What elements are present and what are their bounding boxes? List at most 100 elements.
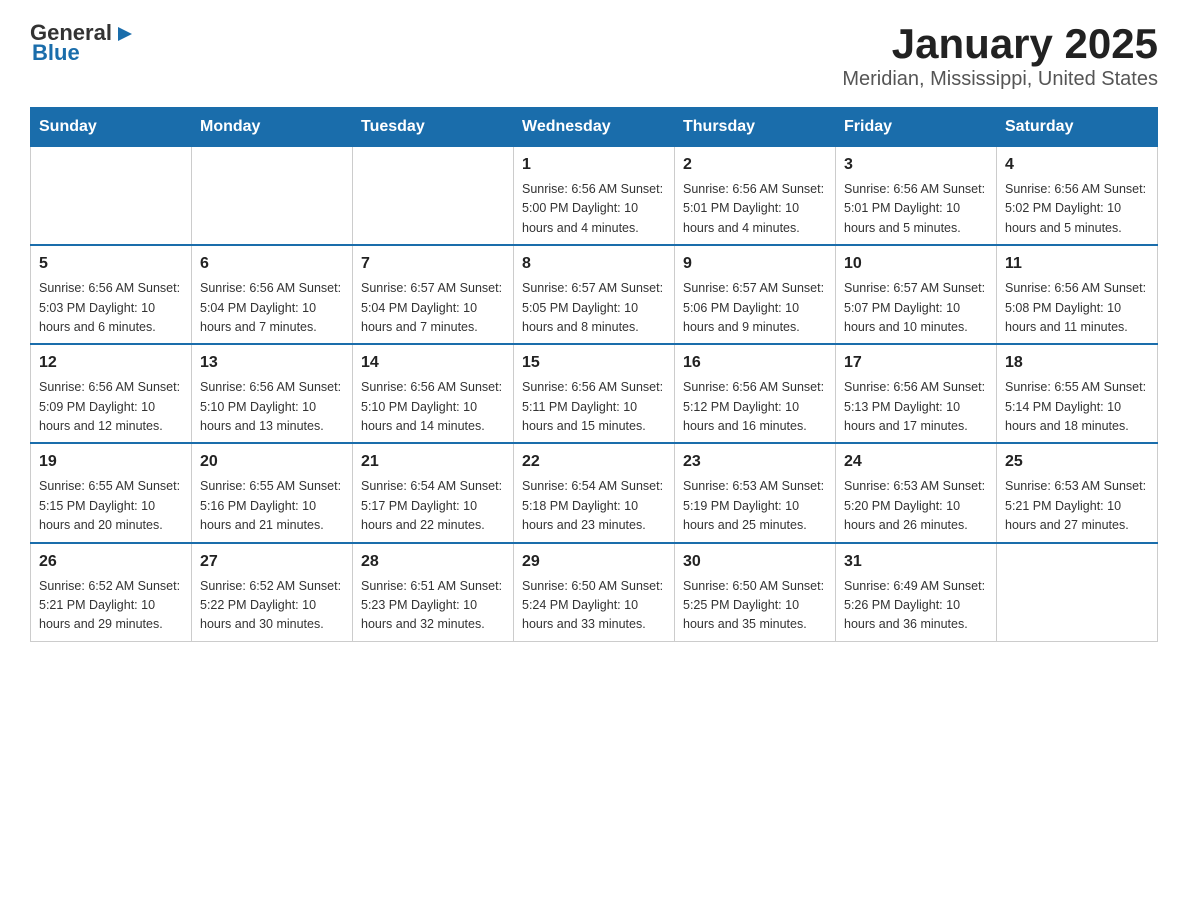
day-info: Sunrise: 6:53 AM Sunset: 5:20 PM Dayligh… — [844, 477, 988, 535]
logo: General Blue — [30, 20, 136, 66]
header-monday: Monday — [192, 108, 353, 147]
day-info: Sunrise: 6:56 AM Sunset: 5:03 PM Dayligh… — [39, 279, 183, 337]
day-info: Sunrise: 6:52 AM Sunset: 5:22 PM Dayligh… — [200, 577, 344, 635]
day-number: 3 — [844, 153, 988, 177]
calendar-cell — [353, 147, 514, 246]
header-thursday: Thursday — [675, 108, 836, 147]
week-row-3: 12 Sunrise: 6:56 AM Sunset: 5:09 PM Dayli… — [31, 344, 1158, 443]
calendar-cell: 4Sunrise: 6:56 AM Sunset: 5:02 PM Daylig… — [997, 147, 1158, 246]
header-friday: Friday — [836, 108, 997, 147]
calendar-cell: 14 Sunrise: 6:56 AM Sunset: 5:10 PM Dayli… — [353, 344, 514, 443]
day-number: 29 — [522, 550, 666, 574]
calendar-cell: 9Sunrise: 6:57 AM Sunset: 5:06 PM Daylig… — [675, 245, 836, 344]
calendar-cell: 16 Sunrise: 6:56 AM Sunset: 5:12 PM Dayli… — [675, 344, 836, 443]
day-info: Sunrise: 6:56 AM Sunset: 5:10 PM Dayligh… — [200, 378, 344, 436]
calendar-cell: 25 Sunrise: 6:53 AM Sunset: 5:21 PM Dayli… — [997, 443, 1158, 542]
day-number: 24 — [844, 450, 988, 474]
logo-blue-text: Blue — [32, 40, 80, 66]
day-number: 25 — [1005, 450, 1149, 474]
calendar-header: SundayMondayTuesdayWednesdayThursdayFrid… — [31, 108, 1158, 147]
day-info: Sunrise: 6:57 AM Sunset: 5:04 PM Dayligh… — [361, 279, 505, 337]
day-info: Sunrise: 6:57 AM Sunset: 5:07 PM Dayligh… — [844, 279, 988, 337]
day-number: 22 — [522, 450, 666, 474]
page-title: January 2025 — [842, 20, 1158, 68]
calendar-cell: 21 Sunrise: 6:54 AM Sunset: 5:17 PM Dayli… — [353, 443, 514, 542]
day-info: Sunrise: 6:50 AM Sunset: 5:24 PM Dayligh… — [522, 577, 666, 635]
calendar-cell: 3 Sunrise: 6:56 AM Sunset: 5:01 PM Daylig… — [836, 147, 997, 246]
day-number: 19 — [39, 450, 183, 474]
calendar-cell: 23Sunrise: 6:53 AM Sunset: 5:19 PM Dayli… — [675, 443, 836, 542]
day-number: 28 — [361, 550, 505, 574]
day-number: 14 — [361, 351, 505, 375]
day-info: Sunrise: 6:56 AM Sunset: 5:11 PM Dayligh… — [522, 378, 666, 436]
calendar-cell: 8 Sunrise: 6:57 AM Sunset: 5:05 PM Daylig… — [514, 245, 675, 344]
day-info: Sunrise: 6:56 AM Sunset: 5:12 PM Dayligh… — [683, 378, 827, 436]
calendar-cell: 5 Sunrise: 6:56 AM Sunset: 5:03 PM Daylig… — [31, 245, 192, 344]
day-info: Sunrise: 6:57 AM Sunset: 5:06 PM Dayligh… — [683, 279, 827, 337]
header-sunday: Sunday — [31, 108, 192, 147]
day-info: Sunrise: 6:56 AM Sunset: 5:09 PM Dayligh… — [39, 378, 183, 436]
calendar-cell: 10 Sunrise: 6:57 AM Sunset: 5:07 PM Dayli… — [836, 245, 997, 344]
day-info: Sunrise: 6:54 AM Sunset: 5:18 PM Dayligh… — [522, 477, 666, 535]
day-info: Sunrise: 6:56 AM Sunset: 5:01 PM Dayligh… — [844, 180, 988, 238]
calendar-cell: 29 Sunrise: 6:50 AM Sunset: 5:24 PM Dayli… — [514, 543, 675, 642]
day-number: 12 — [39, 351, 183, 375]
calendar-cell: 11 Sunrise: 6:56 AM Sunset: 5:08 PM Dayli… — [997, 245, 1158, 344]
day-number: 10 — [844, 252, 988, 276]
calendar-cell: 13 Sunrise: 6:56 AM Sunset: 5:10 PM Dayli… — [192, 344, 353, 443]
calendar-cell: 15 Sunrise: 6:56 AM Sunset: 5:11 PM Dayli… — [514, 344, 675, 443]
day-number: 2 — [683, 153, 827, 177]
calendar-cell: 19 Sunrise: 6:55 AM Sunset: 5:15 PM Dayli… — [31, 443, 192, 542]
calendar-cell: 6Sunrise: 6:56 AM Sunset: 5:04 PM Daylig… — [192, 245, 353, 344]
calendar-cell: 2 Sunrise: 6:56 AM Sunset: 5:01 PM Daylig… — [675, 147, 836, 246]
calendar-cell — [31, 147, 192, 246]
calendar-table: SundayMondayTuesdayWednesdayThursdayFrid… — [30, 107, 1158, 642]
day-info: Sunrise: 6:53 AM Sunset: 5:19 PM Dayligh… — [683, 477, 827, 535]
calendar-cell: 24 Sunrise: 6:53 AM Sunset: 5:20 PM Dayli… — [836, 443, 997, 542]
calendar-cell: 26Sunrise: 6:52 AM Sunset: 5:21 PM Dayli… — [31, 543, 192, 642]
day-info: Sunrise: 6:56 AM Sunset: 5:10 PM Dayligh… — [361, 378, 505, 436]
day-info: Sunrise: 6:52 AM Sunset: 5:21 PM Dayligh… — [39, 577, 183, 635]
day-info: Sunrise: 6:56 AM Sunset: 5:04 PM Dayligh… — [200, 279, 344, 337]
day-info: Sunrise: 6:56 AM Sunset: 5:13 PM Dayligh… — [844, 378, 988, 436]
day-info: Sunrise: 6:53 AM Sunset: 5:21 PM Dayligh… — [1005, 477, 1149, 535]
week-row-1: 1Sunrise: 6:56 AM Sunset: 5:00 PM Daylig… — [31, 147, 1158, 246]
day-info: Sunrise: 6:49 AM Sunset: 5:26 PM Dayligh… — [844, 577, 988, 635]
day-number: 13 — [200, 351, 344, 375]
day-number: 7 — [361, 252, 505, 276]
page-header: General Blue January 2025 Meridian, Miss… — [30, 20, 1158, 91]
day-info: Sunrise: 6:56 AM Sunset: 5:08 PM Dayligh… — [1005, 279, 1149, 337]
header-wednesday: Wednesday — [514, 108, 675, 147]
day-number: 17 — [844, 351, 988, 375]
day-number: 30 — [683, 550, 827, 574]
day-info: Sunrise: 6:56 AM Sunset: 5:01 PM Dayligh… — [683, 180, 827, 238]
day-number: 8 — [522, 252, 666, 276]
calendar-cell: 22 Sunrise: 6:54 AM Sunset: 5:18 PM Dayli… — [514, 443, 675, 542]
calendar-body: 1Sunrise: 6:56 AM Sunset: 5:00 PM Daylig… — [31, 147, 1158, 642]
week-row-5: 26Sunrise: 6:52 AM Sunset: 5:21 PM Dayli… — [31, 543, 1158, 642]
day-info: Sunrise: 6:55 AM Sunset: 5:15 PM Dayligh… — [39, 477, 183, 535]
calendar-cell — [997, 543, 1158, 642]
week-row-4: 19 Sunrise: 6:55 AM Sunset: 5:15 PM Dayli… — [31, 443, 1158, 542]
day-number: 15 — [522, 351, 666, 375]
day-number: 11 — [1005, 252, 1149, 276]
header-tuesday: Tuesday — [353, 108, 514, 147]
day-number: 27 — [200, 550, 344, 574]
day-number: 21 — [361, 450, 505, 474]
day-info: Sunrise: 6:57 AM Sunset: 5:05 PM Dayligh… — [522, 279, 666, 337]
day-number: 5 — [39, 252, 183, 276]
calendar-cell: 31Sunrise: 6:49 AM Sunset: 5:26 PM Dayli… — [836, 543, 997, 642]
title-section: January 2025 Meridian, Mississippi, Unit… — [842, 20, 1158, 91]
calendar-cell: 20Sunrise: 6:55 AM Sunset: 5:16 PM Dayli… — [192, 443, 353, 542]
calendar-header-row: SundayMondayTuesdayWednesdayThursdayFrid… — [31, 108, 1158, 147]
day-number: 18 — [1005, 351, 1149, 375]
page-subtitle: Meridian, Mississippi, United States — [842, 68, 1158, 91]
week-row-2: 5 Sunrise: 6:56 AM Sunset: 5:03 PM Daylig… — [31, 245, 1158, 344]
day-info: Sunrise: 6:54 AM Sunset: 5:17 PM Dayligh… — [361, 477, 505, 535]
day-number: 20 — [200, 450, 344, 474]
calendar-cell: 17 Sunrise: 6:56 AM Sunset: 5:13 PM Dayli… — [836, 344, 997, 443]
day-number: 16 — [683, 351, 827, 375]
calendar-cell — [192, 147, 353, 246]
calendar-cell: 18Sunrise: 6:55 AM Sunset: 5:14 PM Dayli… — [997, 344, 1158, 443]
calendar-cell: 28Sunrise: 6:51 AM Sunset: 5:23 PM Dayli… — [353, 543, 514, 642]
